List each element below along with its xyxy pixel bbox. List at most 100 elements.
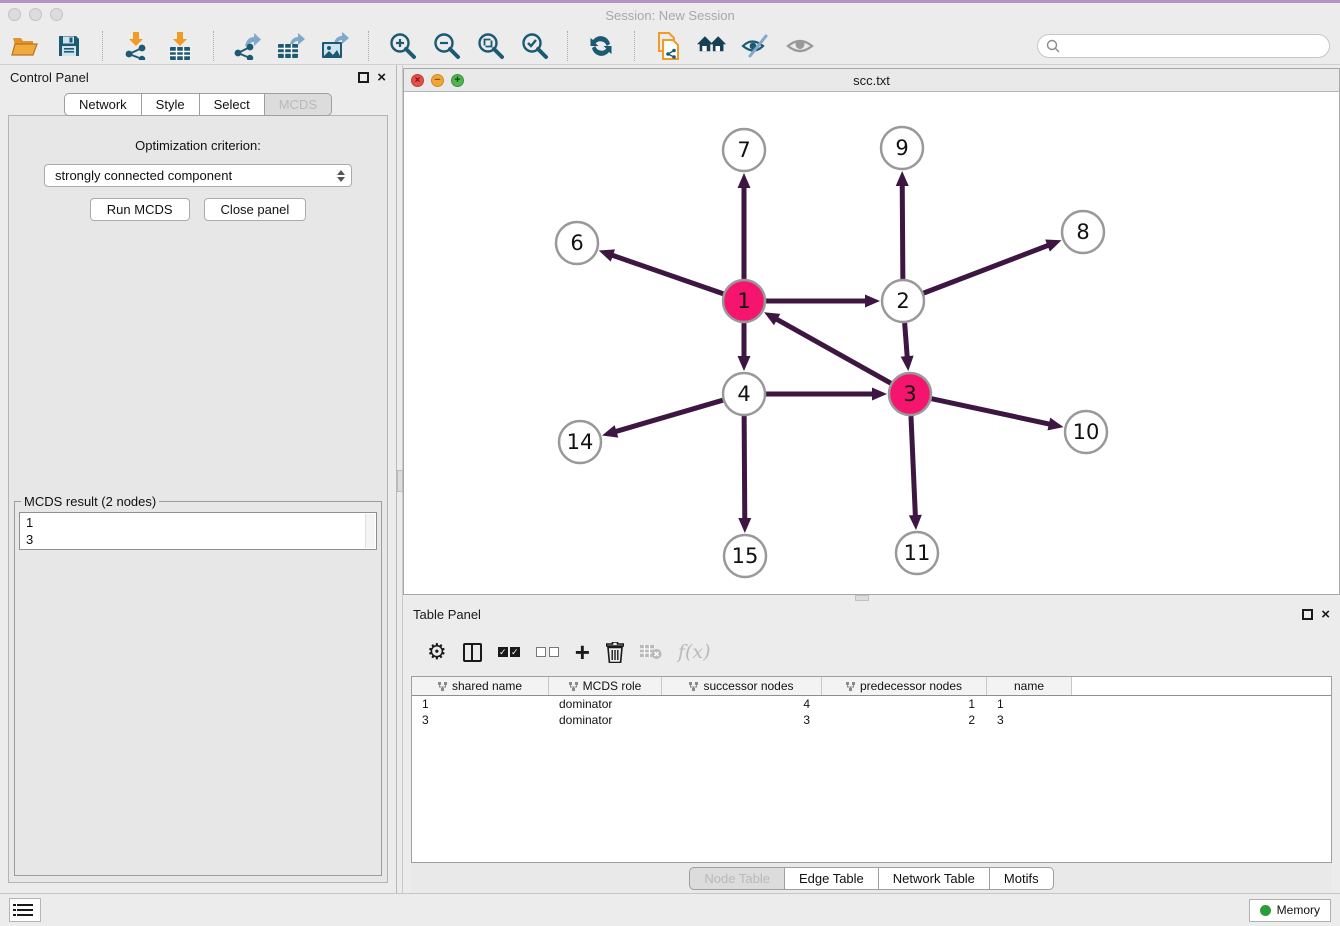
graph-edge-2-8[interactable] xyxy=(924,244,1052,293)
graph-node-label: 7 xyxy=(737,138,750,162)
task-history-button[interactable] xyxy=(9,898,41,922)
optimization-criterion-select[interactable]: strongly connected component xyxy=(44,164,352,187)
float-panel-icon[interactable] xyxy=(358,72,369,83)
tab-network[interactable]: Network xyxy=(64,93,141,116)
tab-style[interactable]: Style xyxy=(141,93,199,116)
refresh-layout-icon[interactable] xyxy=(586,31,616,61)
delete-row-icon[interactable] xyxy=(606,642,624,663)
column-header-successor-nodes[interactable]: successor nodes xyxy=(662,677,822,695)
graph-edge-arrowhead xyxy=(896,171,909,186)
table-cell[interactable]: 1 xyxy=(822,696,987,712)
table-cell[interactable]: 1 xyxy=(412,696,549,712)
table-cell[interactable]: 2 xyxy=(822,712,987,728)
table-cell[interactable]: 4 xyxy=(662,696,822,712)
tab-select[interactable]: Select xyxy=(199,93,264,116)
export-table-icon[interactable] xyxy=(276,31,306,61)
column-header-label: shared name xyxy=(452,679,522,693)
horizontal-splitter[interactable] xyxy=(403,595,1340,602)
graph-edge-4-14[interactable] xyxy=(613,400,723,432)
table-cell[interactable]: 3 xyxy=(412,712,549,728)
toolbar-separator xyxy=(102,31,103,61)
close-panel-icon[interactable]: × xyxy=(377,72,386,83)
tab-edge-table[interactable]: Edge Table xyxy=(784,867,878,890)
hide-eye-icon[interactable] xyxy=(741,31,771,61)
result-scrollbar[interactable] xyxy=(365,514,375,548)
copy-network-icon[interactable] xyxy=(653,31,683,61)
column-header-MCDS-role[interactable]: MCDS role xyxy=(549,677,662,695)
network-close-icon[interactable]: × xyxy=(411,74,424,87)
graph-edge-3-11[interactable] xyxy=(911,416,916,519)
splitter-handle[interactable] xyxy=(855,595,869,601)
zoom-selected-icon[interactable] xyxy=(519,31,549,61)
home-icon[interactable] xyxy=(697,31,727,61)
select-all-checks-icon[interactable]: ✓✓ xyxy=(498,647,520,657)
control-panel-tabs: NetworkStyleSelectMCDS xyxy=(0,93,396,116)
column-header-name[interactable]: name xyxy=(987,677,1072,695)
graph-edge-4-15[interactable] xyxy=(744,416,745,522)
table-row[interactable]: 3dominator323 xyxy=(412,712,1331,728)
network-minimize-icon[interactable]: − xyxy=(431,74,444,87)
zoom-in-icon[interactable] xyxy=(387,31,417,61)
tab-mcds[interactable]: MCDS xyxy=(264,93,332,116)
graph-edge-3-1[interactable] xyxy=(774,318,891,384)
network-view-window: × − + scc.txt 1234678910111415 xyxy=(403,68,1340,595)
search-input[interactable] xyxy=(1065,39,1321,53)
import-table-icon[interactable] xyxy=(165,31,195,61)
close-panel-icon[interactable]: × xyxy=(1321,609,1330,620)
table-cell[interactable]: dominator xyxy=(549,696,662,712)
zoom-window-button[interactable] xyxy=(50,8,63,21)
save-session-icon[interactable] xyxy=(54,31,84,61)
graph-edge-arrowhead xyxy=(909,515,922,530)
zoom-out-icon[interactable] xyxy=(431,31,461,61)
mcds-panel: Optimization criterion: strongly connect… xyxy=(8,115,388,883)
column-manager-icon[interactable] xyxy=(463,643,482,662)
graph-edge-2-9[interactable] xyxy=(902,182,903,279)
close-panel-button[interactable]: Close panel xyxy=(204,198,307,221)
graph-edge-1-6[interactable] xyxy=(609,254,723,294)
graph-node-label: 6 xyxy=(570,231,583,255)
network-canvas[interactable]: 1234678910111415 xyxy=(404,92,1339,594)
search-field[interactable] xyxy=(1037,34,1330,58)
graph-node-label: 14 xyxy=(567,430,594,454)
table-panel: Table Panel × ⚙ ✓✓ + xyxy=(403,602,1340,893)
table-cell[interactable]: 3 xyxy=(662,712,822,728)
main-toolbar xyxy=(0,28,1340,65)
table-cell[interactable]: 1 xyxy=(987,696,1072,712)
tab-node-table[interactable]: Node Table xyxy=(689,867,784,890)
settings-gear-icon[interactable]: ⚙ xyxy=(427,639,447,665)
network-maximize-icon[interactable]: + xyxy=(451,74,464,87)
os-titlebar: Session: New Session xyxy=(0,3,1340,28)
add-row-icon[interactable]: + xyxy=(575,642,590,662)
window-controls xyxy=(8,8,63,21)
column-header-predecessor-nodes[interactable]: predecessor nodes xyxy=(822,677,987,695)
vertical-splitter[interactable] xyxy=(396,65,403,893)
network-window-titlebar[interactable]: × − + scc.txt xyxy=(404,69,1339,92)
close-window-button[interactable] xyxy=(8,8,21,21)
open-session-icon[interactable] xyxy=(10,31,40,61)
table-cell[interactable]: dominator xyxy=(549,712,662,728)
graph-edge-3-10[interactable] xyxy=(932,399,1053,425)
minimize-window-button[interactable] xyxy=(29,8,42,21)
export-network-icon[interactable] xyxy=(232,31,262,61)
run-mcds-button[interactable]: Run MCDS xyxy=(90,198,190,221)
delete-table-icon xyxy=(640,644,662,660)
float-panel-icon[interactable] xyxy=(1302,609,1313,620)
column-header-shared-name[interactable]: shared name xyxy=(412,677,549,695)
table-row[interactable]: 1dominator411 xyxy=(412,696,1331,712)
status-bar: Memory xyxy=(0,893,1340,926)
graph-edge-2-3[interactable] xyxy=(905,323,908,360)
mcds-result-textarea[interactable]: 13 xyxy=(19,512,377,550)
memory-button[interactable]: Memory xyxy=(1249,899,1331,922)
function-builder-icon: f(x) xyxy=(678,641,711,663)
zoom-fit-icon[interactable] xyxy=(475,31,505,61)
deselect-all-checks-icon[interactable] xyxy=(536,647,559,657)
table-cell[interactable]: 3 xyxy=(987,712,1072,728)
tab-motifs[interactable]: Motifs xyxy=(989,867,1054,890)
graph-node-label: 2 xyxy=(896,289,909,313)
graph-node-label: 11 xyxy=(904,541,931,565)
toolbar-separator xyxy=(634,31,635,61)
tab-network-table[interactable]: Network Table xyxy=(878,867,989,890)
splitter-handle[interactable] xyxy=(397,470,403,492)
export-image-icon[interactable] xyxy=(320,31,350,61)
import-network-icon[interactable] xyxy=(121,31,151,61)
